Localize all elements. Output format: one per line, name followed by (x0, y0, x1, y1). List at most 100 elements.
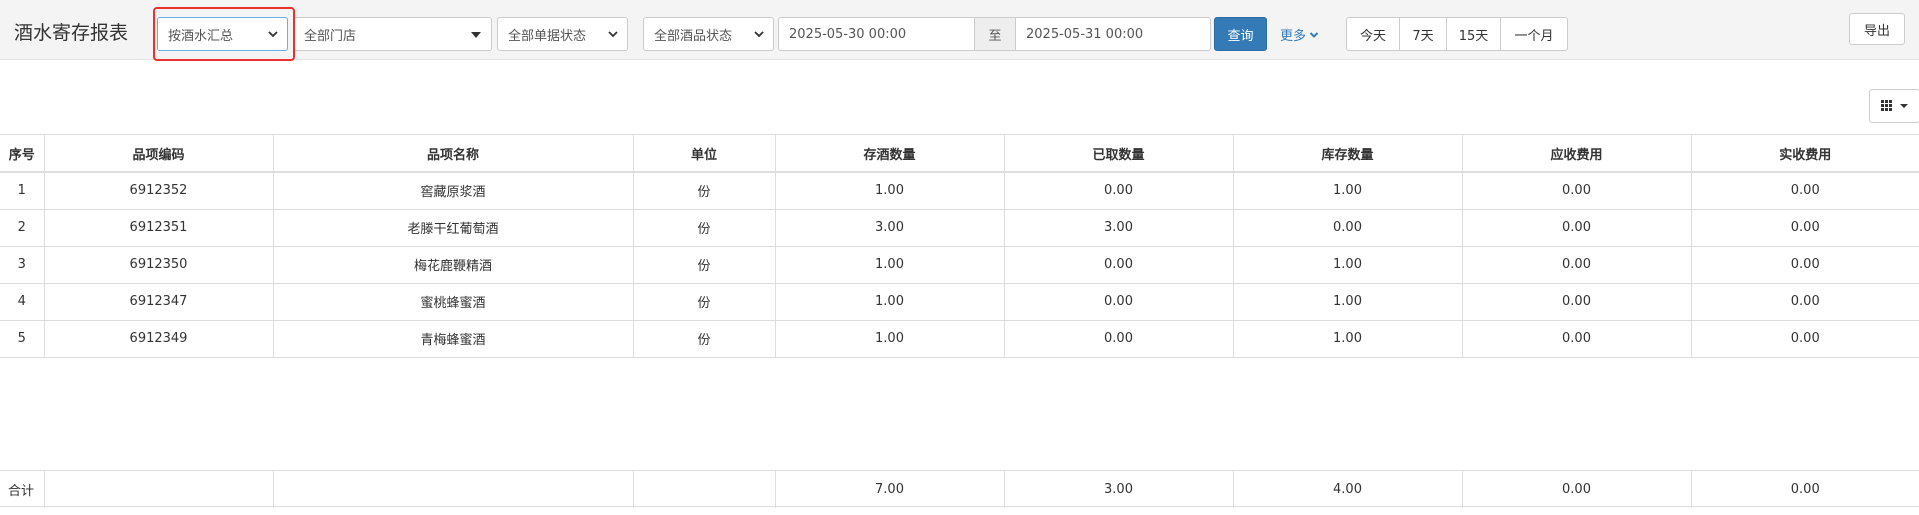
table-cell: 0.00 (1462, 172, 1692, 210)
export-button[interactable]: 导出 (1849, 13, 1905, 45)
column-header[interactable]: 品项编码 (44, 135, 274, 173)
column-header[interactable]: 品项名称 (273, 135, 634, 173)
range-7-days-button[interactable]: 7天 (1399, 17, 1447, 51)
table-cell: 份 (633, 172, 776, 210)
table-cell: 0.00 (1004, 172, 1234, 210)
column-header[interactable]: 已取数量 (1004, 135, 1234, 173)
table-cell: 6912352 (44, 172, 274, 210)
store-value: 全部门店 (304, 28, 357, 44)
totals-cell (44, 470, 274, 508)
table-cell: 0.00 (1691, 283, 1919, 321)
table-cell: 6912350 (44, 246, 274, 284)
table-row[interactable]: 4 6912347 蜜桃蜂蜜酒 份 1.00 0.00 1.00 0.00 0.… (0, 283, 1919, 321)
table-cell: 3 (0, 246, 45, 284)
table-cell: 0.00 (1462, 209, 1692, 247)
table-cell: 0.00 (1004, 246, 1234, 284)
chevron-down-icon (754, 31, 764, 38)
range-today-button[interactable]: 今天 (1346, 17, 1400, 51)
date-range-separator: 至 (974, 17, 1016, 51)
table-cell: 1.00 (1233, 283, 1463, 321)
table-cell: 4 (0, 283, 45, 321)
table-row[interactable]: 1 6912352 窖藏原浆酒 份 1.00 0.00 1.00 0.00 0.… (0, 172, 1919, 210)
table-cell: 3.00 (1004, 209, 1234, 247)
table-cell: 蜜桃蜂蜜酒 (273, 283, 634, 321)
caret-down-icon (1899, 104, 1908, 108)
range-15-days-button[interactable]: 15天 (1446, 17, 1501, 51)
table-cell: 1.00 (1233, 320, 1463, 358)
table-cell: 0.00 (1462, 246, 1692, 284)
totals-cell (633, 470, 776, 508)
page-title: 酒水寄存报表 (14, 22, 129, 44)
query-button[interactable]: 查询 (1214, 17, 1267, 51)
table-cell: 份 (633, 209, 776, 247)
totals-cell: 4.00 (1233, 470, 1463, 508)
wine-status-value: 全部酒品状态 (654, 28, 733, 44)
more-filters-label: 更多 (1280, 29, 1307, 44)
table-cell: 梅花鹿鞭精酒 (273, 246, 634, 284)
totals-cell (273, 470, 634, 508)
store-select[interactable]: 全部门店 (293, 17, 492, 51)
column-header[interactable]: 实收费用 (1691, 135, 1919, 173)
report-data-table: 序号 品项编码 品项名称 单位 存酒数量 已取数量 库存数量 应收费用 实收费用… (0, 135, 1919, 358)
totals-label: 合计 (0, 470, 45, 508)
table-cell: 0.00 (1004, 320, 1234, 358)
grid-icon (1880, 100, 1892, 111)
table-cell: 0.00 (1691, 320, 1919, 358)
table-cell: 1.00 (775, 172, 1005, 210)
column-header[interactable]: 序号 (0, 135, 45, 173)
totals-cell: 3.00 (1004, 470, 1234, 508)
table-cell: 3.00 (775, 209, 1005, 247)
totals-table: 合计 7.00 3.00 4.00 0.00 0.00 (0, 470, 1919, 508)
table-cell: 0.00 (1691, 246, 1919, 284)
table-cell: 1.00 (1233, 246, 1463, 284)
table-cell: 老滕干红葡萄酒 (273, 209, 634, 247)
table-cell: 2 (0, 209, 45, 247)
column-header[interactable]: 存酒数量 (775, 135, 1005, 173)
table-cell: 6912347 (44, 283, 274, 321)
chevron-down-icon (268, 31, 278, 38)
table-cell: 1.00 (1233, 172, 1463, 210)
totals-row: 合计 7.00 3.00 4.00 0.00 0.00 (0, 470, 1919, 508)
column-header[interactable]: 单位 (633, 135, 776, 173)
table-cell: 1.00 (775, 283, 1005, 321)
table-cell: 份 (633, 246, 776, 284)
summary-mode-value: 按酒水汇总 (168, 28, 234, 44)
column-header[interactable]: 库存数量 (1233, 135, 1463, 173)
table-cell: 1.00 (775, 320, 1005, 358)
table-footer: 合计 7.00 3.00 4.00 0.00 0.00 (0, 470, 1919, 508)
table-cell: 0.00 (1462, 283, 1692, 321)
start-date-input[interactable]: 2025-05-30 00:00 (778, 17, 975, 51)
range-one-month-button[interactable]: 一个月 (1500, 17, 1568, 51)
document-status-select[interactable]: 全部单据状态 (497, 17, 628, 51)
table-cell: 1 (0, 172, 45, 210)
column-toggle-button[interactable] (1869, 89, 1919, 123)
table-cell: 份 (633, 283, 776, 321)
totals-cell: 7.00 (775, 470, 1005, 508)
table-cell: 0.00 (1691, 172, 1919, 210)
wine-status-select[interactable]: 全部酒品状态 (643, 17, 774, 51)
more-filters-link[interactable]: 更多 (1280, 25, 1319, 44)
document-status-value: 全部单据状态 (508, 28, 587, 44)
totals-cell: 0.00 (1462, 470, 1692, 508)
table-cell: 5 (0, 320, 45, 358)
table-cell: 0.00 (1233, 209, 1463, 247)
table-cell: 青梅蜂蜜酒 (273, 320, 634, 358)
table-cell: 0.00 (1004, 283, 1234, 321)
table-cell: 6912351 (44, 209, 274, 247)
summary-mode-select[interactable]: 按酒水汇总 (157, 17, 288, 51)
end-date-input[interactable]: 2025-05-31 00:00 (1015, 17, 1211, 51)
table-row[interactable]: 2 6912351 老滕干红葡萄酒 份 3.00 3.00 0.00 0.00 … (0, 209, 1919, 247)
chevron-down-icon (608, 31, 618, 38)
column-header[interactable]: 应收费用 (1462, 135, 1692, 173)
table-cell: 6912349 (44, 320, 274, 358)
table-cell: 窖藏原浆酒 (273, 172, 634, 210)
table-cell: 0.00 (1691, 209, 1919, 247)
table-row[interactable]: 3 6912350 梅花鹿鞭精酒 份 1.00 0.00 1.00 0.00 0… (0, 246, 1919, 284)
caret-down-icon (471, 32, 481, 38)
table-cell: 0.00 (1462, 320, 1692, 358)
table-cell: 1.00 (775, 246, 1005, 284)
table-row[interactable]: 5 6912349 青梅蜂蜜酒 份 1.00 0.00 1.00 0.00 0.… (0, 320, 1919, 358)
table-cell: 份 (633, 320, 776, 358)
filter-toolbar: 酒水寄存报表 按酒水汇总 全部门店 全部单据状态 全部酒品状态 2025-05-… (0, 0, 1919, 60)
report-table: 序号 品项编码 品项名称 单位 存酒数量 已取数量 库存数量 应收费用 实收费用… (0, 134, 1919, 508)
